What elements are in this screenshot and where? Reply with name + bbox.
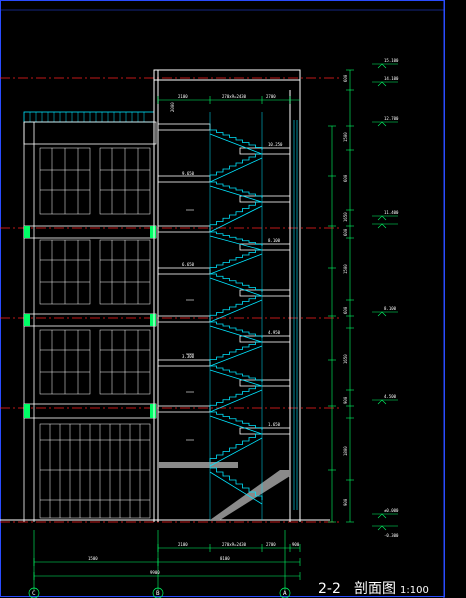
bottom-sub-dim-3: 2700 — [266, 542, 276, 547]
axis-label-a: A — [283, 590, 287, 597]
landing-label: 8.100 — [268, 238, 281, 243]
section-drawing: 10.250 9.650 8.100 6.650 4.950 3.300 1.6… — [0, 0, 445, 598]
stair-flight-soffit — [209, 345, 263, 367]
right-dim: 600 — [343, 306, 348, 314]
right-dim: 600 — [343, 74, 348, 82]
stair-flight — [209, 153, 262, 178]
ground-stair-fill — [158, 462, 290, 520]
landing-label: 9.650 — [182, 171, 195, 176]
stair-flight-soffit — [209, 437, 263, 467]
drawing-title: 2-2 剖面图 1:100 — [318, 581, 429, 597]
right-dims: 600 1500 600 1650 600 1500 600 1650 900 … — [343, 74, 348, 506]
elevation-label: 4.500 — [384, 394, 397, 399]
stair-flight — [209, 249, 262, 270]
stair-flight — [209, 341, 262, 362]
right-dim: 1500 — [343, 264, 348, 274]
stair-flight — [209, 433, 262, 462]
stair-flight — [209, 295, 262, 318]
elevation-label: 15.100 — [384, 58, 399, 63]
door-marks — [186, 209, 194, 441]
title-scale: 1:100 — [400, 585, 429, 596]
right-dimension-chain — [328, 69, 354, 523]
elevation-label: ±0.000 — [384, 508, 399, 513]
elevation-label: 11.400 — [384, 210, 399, 215]
stair-flight — [209, 385, 262, 408]
stair-flight-soffit — [209, 133, 263, 155]
right-dim: 600 — [343, 228, 348, 236]
top-dim-3: 2700 — [266, 94, 276, 99]
stair-flight — [209, 201, 262, 228]
stair-window-strip — [293, 120, 298, 510]
stair-flight-soffit — [209, 157, 263, 183]
right-dim: 1500 — [343, 132, 348, 142]
top-dim-2: 270x9=2430 — [222, 94, 247, 99]
landing-label: 1.650 — [268, 422, 281, 427]
bottom-sub-dim-1: 2100 — [178, 542, 188, 547]
bottom-sub-dim-4: 900 — [292, 542, 300, 547]
right-dim: 900 — [343, 498, 348, 506]
landing-label: 4.950 — [268, 330, 281, 335]
landing-labels: 10.250 9.650 8.100 6.650 4.950 3.300 1.6… — [182, 142, 283, 427]
elevation-label: 8.100 — [384, 306, 397, 311]
stair-flight-soffit — [209, 471, 263, 505]
right-dim: 600 — [343, 174, 348, 182]
title-code: 2-2 — [318, 581, 341, 597]
stair-flight — [210, 273, 263, 292]
drawing-frame — [0, 0, 445, 597]
right-dim: 900 — [343, 396, 348, 404]
stair-flight-soffit — [209, 253, 263, 275]
elevation-label: -0.300 — [384, 533, 399, 538]
stair-flight-soffit — [209, 389, 263, 413]
stair-flight-soffit — [209, 299, 263, 323]
landing-label: 3.300 — [182, 354, 195, 359]
facade-windows — [39, 147, 151, 519]
stair-slabs — [157, 123, 291, 435]
bottom-sub-dim-2: 270x9=2430 — [222, 542, 247, 547]
elevation-label: 12.700 — [384, 116, 399, 121]
title-name: 剖面图 — [354, 581, 396, 597]
top-left-dim: 2000 — [170, 102, 175, 112]
bottom-right-dim: 8100 — [220, 556, 230, 561]
axis-label-c: C — [32, 590, 36, 597]
elevation-markers — [372, 63, 398, 531]
stair-flight — [210, 411, 263, 430]
landing-label: 6.650 — [182, 262, 195, 267]
right-dim: 1800 — [343, 446, 348, 456]
bottom-overall-dim: 9900 — [150, 570, 160, 575]
bottom-left-dim: 1500 — [88, 556, 98, 561]
stair-flights — [209, 129, 263, 505]
elevation-labels: 15.100 14.100 12.700 11.400 8.100 4.500 … — [384, 58, 399, 538]
top-dim-1: 2100 — [178, 94, 188, 99]
handrails — [209, 112, 263, 520]
axis-label-b: B — [156, 590, 160, 597]
datum-lines — [0, 77, 340, 523]
stair-flight — [210, 129, 263, 150]
right-dim: 1650 — [343, 354, 348, 364]
landing-label: 10.250 — [268, 142, 283, 147]
right-dim: 1650 — [343, 212, 348, 222]
bottom-dimensions — [33, 530, 301, 590]
elevation-label: 14.100 — [384, 76, 399, 81]
